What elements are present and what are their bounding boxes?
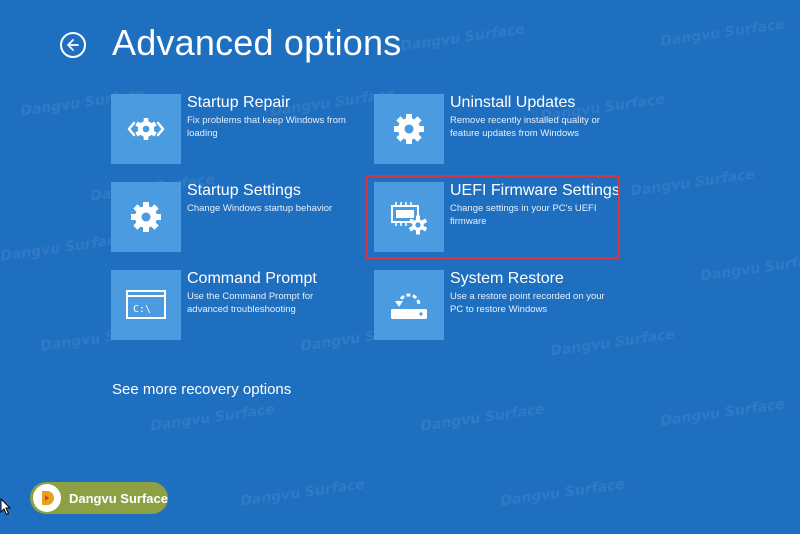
option-description: Use the Command Prompt for advanced trou…	[187, 291, 314, 315]
watermark-badge: Dangvu Surface	[30, 482, 168, 514]
option-description: Use a restore point recorded on your PC …	[450, 291, 605, 315]
option-tile	[111, 94, 181, 164]
gear-icon	[394, 114, 424, 144]
option-tile: C:\	[111, 270, 181, 340]
system-restore-icon	[391, 293, 427, 319]
option-label: Startup Repair	[187, 94, 291, 111]
watermark-text: Dangvu Surface	[239, 476, 366, 510]
watermark-text: Dangvu Surface	[699, 251, 800, 285]
gear-icon	[131, 202, 161, 232]
option-tile	[374, 94, 444, 164]
watermark-text: Dangvu Surface	[419, 401, 546, 435]
option-label: Uninstall Updates	[450, 94, 576, 111]
option-label: System Restore	[450, 270, 564, 287]
watermark-text: Dangvu Surface	[549, 326, 676, 360]
watermark-text: Dangvu Surface	[629, 166, 756, 200]
option-description: Remove recently installed quality or fea…	[450, 115, 600, 139]
startup-repair-icon	[127, 118, 165, 140]
page-title: Advanced options	[112, 22, 402, 63]
mouse-cursor-icon	[0, 498, 12, 516]
option-label: Startup Settings	[187, 182, 301, 199]
svg-text:C:\: C:\	[133, 304, 151, 315]
back-arrow-icon	[67, 39, 79, 51]
watermark-text: Dangvu Surface	[149, 401, 276, 435]
watermark-text: Dangvu Surface	[659, 16, 786, 50]
highlight-box	[366, 175, 620, 259]
watermark-badge-label: Dangvu Surface	[69, 490, 168, 506]
command-prompt-icon: C:\	[126, 290, 166, 319]
watermark-text: Dangvu Surface	[0, 231, 126, 265]
watermark-text: Dangvu Surface	[659, 396, 786, 430]
option-description: Change Windows startup behavior	[187, 203, 333, 214]
brand-logo-icon	[33, 484, 61, 512]
option-tile	[374, 270, 444, 340]
watermark-text: Dangvu Surface	[499, 476, 626, 510]
watermark-text: Dangvu Surface	[399, 21, 526, 55]
option-description: Fix problems that keep Windows from load…	[187, 115, 346, 139]
back-button[interactable]	[60, 32, 86, 58]
option-label: Command Prompt	[187, 270, 317, 287]
see-more-recovery-options-link[interactable]: See more recovery options	[112, 381, 291, 398]
option-tile	[111, 182, 181, 252]
